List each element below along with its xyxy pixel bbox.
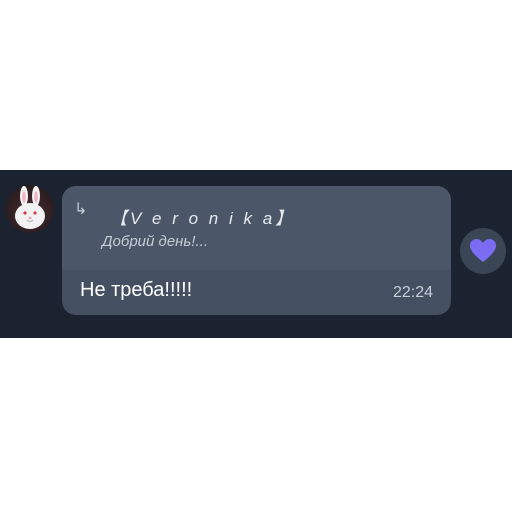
reply-author: 【V e r o n i k a】	[110, 209, 296, 228]
message-time: 22:24	[392, 284, 433, 301]
reply-quote[interactable]: ↳ 【V e r o n i k a】 Добрий день!...	[62, 186, 451, 270]
message-text: Не треба!!!!!	[80, 279, 193, 301]
purple-heart-icon	[470, 239, 496, 262]
reply-text: Добрий день!...	[102, 233, 208, 250]
rabbit-avatar-icon	[15, 186, 45, 229]
reply-arrow-icon: ↳	[74, 201, 88, 218]
avatar[interactable]	[6, 185, 54, 233]
message-bubble[interactable]: ↳ 【V e r o n i k a】 Добрий день!... Не т…	[62, 186, 451, 315]
reaction-button[interactable]	[460, 228, 506, 274]
